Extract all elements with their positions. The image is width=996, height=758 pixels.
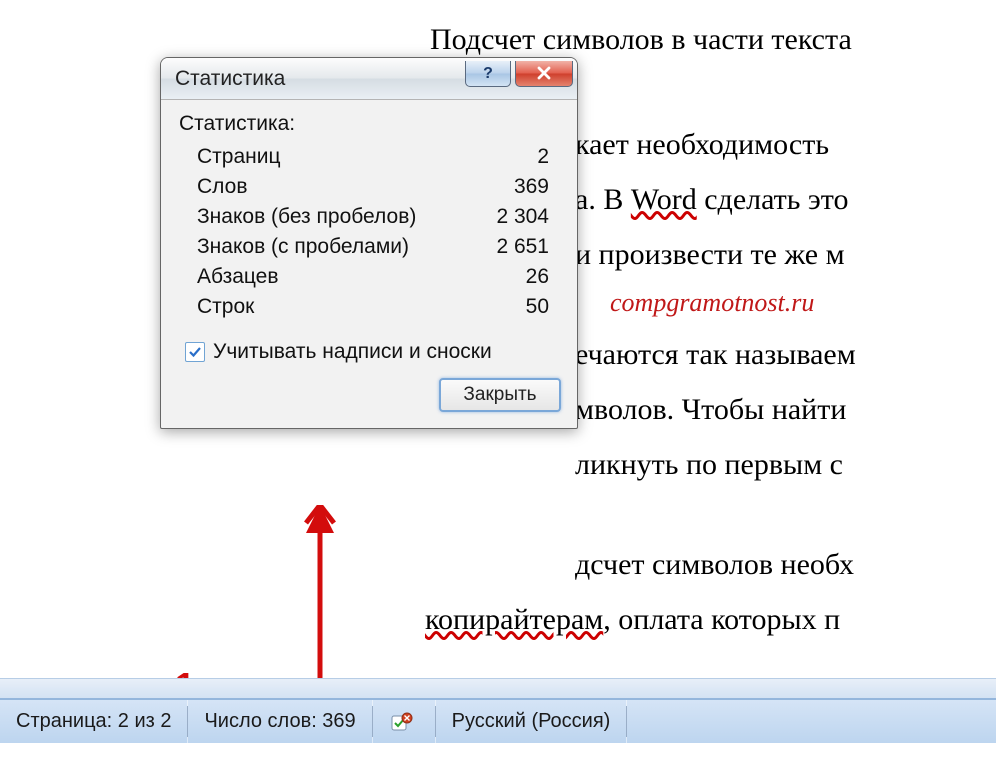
titlebar-buttons: ? (465, 61, 573, 87)
stats-value: 26 (479, 265, 559, 289)
close-icon (534, 63, 554, 83)
checkmark-icon (187, 344, 203, 360)
doc-text-line: ликнуть по первым с (575, 440, 843, 490)
stats-row-lines: Строк 50 (179, 292, 559, 322)
stats-name: Слов (179, 175, 479, 199)
doc-text-line: мволов. Чтобы найти (575, 385, 846, 435)
stats-value: 2 651 (479, 235, 559, 259)
dialog-footer: Закрыть (161, 378, 577, 428)
stats-name: Знаков (без пробелов) (179, 205, 479, 229)
word-count-dialog: Статистика ? Статистика: Страниц 2 Слов … (160, 57, 578, 429)
stats-value: 2 304 (479, 205, 559, 229)
stats-value: 50 (479, 295, 559, 319)
include-footnotes-checkbox[interactable] (185, 342, 205, 362)
doc-text-line: кает необходимость (575, 120, 829, 170)
doc-text-line: ечаются так называем (575, 330, 856, 380)
stats-row-paragraphs: Абзацев 26 (179, 262, 559, 292)
stats-row-chars-space: Знаков (с пробелами) 2 651 (179, 232, 559, 262)
doc-text-line: дсчет символов необх (575, 540, 854, 590)
status-page[interactable]: Страница: 2 из 2 (0, 700, 188, 743)
include-footnotes-label: Учитывать надписи и сноски (213, 340, 492, 364)
svg-text:?: ? (483, 65, 493, 82)
help-icon: ? (478, 63, 498, 83)
dialog-title: Статистика (175, 67, 465, 91)
include-footnotes-row[interactable]: Учитывать надписи и сноски (179, 340, 559, 364)
stats-row-pages: Страниц 2 (179, 142, 559, 172)
status-word-count-label: Число слов: 369 (204, 710, 355, 733)
help-button[interactable]: ? (465, 61, 511, 87)
stats-table: Страниц 2 Слов 369 Знаков (без пробелов)… (179, 142, 559, 322)
status-proofing[interactable] (373, 700, 436, 743)
stats-name: Абзацев (179, 265, 479, 289)
doc-text-line: а. В Word сделать это (575, 175, 849, 225)
status-language-label: Русский (Россия) (452, 710, 611, 733)
stats-section-label: Статистика: (179, 112, 559, 136)
stats-value: 2 (479, 145, 559, 169)
close-button[interactable]: Закрыть (439, 378, 561, 412)
close-window-button[interactable] (515, 61, 573, 87)
dialog-body: Статистика: Страниц 2 Слов 369 Знаков (б… (161, 100, 577, 378)
stats-name: Знаков (с пробелами) (179, 235, 479, 259)
status-word-count[interactable]: Число слов: 369 (188, 700, 372, 743)
status-bar: Страница: 2 из 2 Число слов: 369 Русский… (0, 698, 996, 743)
status-page-label: Страница: 2 из 2 (16, 710, 171, 733)
dialog-titlebar[interactable]: Статистика ? (161, 58, 577, 100)
doc-text-line: копирайтерам, оплата которых п (425, 595, 840, 645)
doc-text-underlined: копирайтерам (425, 603, 603, 636)
proofing-icon (389, 710, 413, 734)
stats-row-chars-nospace: Знаков (без пробелов) 2 304 (179, 202, 559, 232)
stats-name: Строк (179, 295, 479, 319)
doc-text-line: и произвести те же м (575, 230, 845, 280)
stats-row-words: Слов 369 (179, 172, 559, 202)
doc-text: сделать это (697, 183, 849, 216)
horizontal-scrollbar[interactable] (0, 678, 996, 698)
stats-name: Страниц (179, 145, 479, 169)
status-language[interactable]: Русский (Россия) (436, 700, 628, 743)
doc-text: , оплата которых п (603, 603, 840, 636)
stats-value: 369 (479, 175, 559, 199)
doc-text: а. В (575, 183, 631, 216)
doc-text-underlined: Word (631, 183, 697, 216)
doc-watermark-link: compgramotnost.ru (610, 282, 814, 325)
